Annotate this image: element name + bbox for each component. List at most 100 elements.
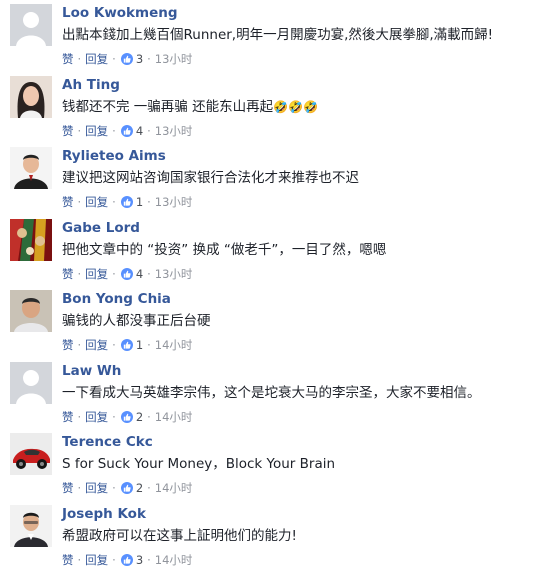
commenter-name[interactable]: Ah Ting <box>62 76 120 94</box>
comment: Rylieteo Aims 建议把这网站咨询国家银行合法化才来推荐也不迟 赞 ·… <box>0 143 544 215</box>
like-count-badge[interactable]: 2 <box>121 409 143 425</box>
like-button[interactable]: 赞 <box>62 194 74 210</box>
like-count-badge[interactable]: 1 <box>121 337 143 353</box>
comment: Bon Yong Chia 骗钱的人都没事正后台硬 赞 · 回复 · 1 · 1… <box>0 286 544 358</box>
profile-photo-icon <box>10 76 52 118</box>
comment-text: 希盟政府可以在这事上証明他们的能力! <box>62 527 540 546</box>
avatar[interactable] <box>10 505 52 547</box>
separator: · <box>78 552 82 568</box>
reply-button[interactable]: 回复 <box>85 51 108 67</box>
like-button[interactable]: 赞 <box>62 337 74 353</box>
comment-actions: 赞 · 回复 · 4 · 13小时 <box>62 266 540 282</box>
avatar[interactable] <box>10 147 52 189</box>
commenter-name[interactable]: Gabe Lord <box>62 219 140 237</box>
like-count: 1 <box>136 337 143 353</box>
separator: · <box>112 552 116 568</box>
like-button[interactable]: 赞 <box>62 409 74 425</box>
comment-text: 把他文章中的 “投资” 换成 “做老千”，一目了然，嗯嗯 <box>62 241 540 260</box>
commenter-name[interactable]: Rylieteo Aims <box>62 147 166 165</box>
timestamp[interactable]: 13小时 <box>155 123 193 139</box>
thumbs-up-icon <box>121 339 133 351</box>
separator: · <box>112 337 116 353</box>
separator: · <box>147 337 151 353</box>
like-count-badge[interactable]: 2 <box>121 480 143 496</box>
reply-button[interactable]: 回复 <box>85 480 108 496</box>
separator: · <box>78 194 82 210</box>
thumbs-up-icon <box>121 196 133 208</box>
reply-button[interactable]: 回复 <box>85 337 108 353</box>
reply-button[interactable]: 回复 <box>85 266 108 282</box>
like-button[interactable]: 赞 <box>62 552 74 568</box>
separator: · <box>78 480 82 496</box>
like-button[interactable]: 赞 <box>62 480 74 496</box>
separator: · <box>147 51 151 67</box>
separator: · <box>112 480 116 496</box>
avatar[interactable] <box>10 433 52 475</box>
timestamp[interactable]: 13小时 <box>155 51 193 67</box>
like-count-badge[interactable]: 1 <box>121 194 143 210</box>
like-count: 2 <box>136 409 143 425</box>
profile-photo-icon <box>10 290 52 332</box>
comment: Joseph Kok 希盟政府可以在这事上証明他们的能力! 赞 · 回复 · 3… <box>0 501 544 572</box>
like-button[interactable]: 赞 <box>62 51 74 67</box>
like-count-badge[interactable]: 3 <box>121 552 143 568</box>
comment: Terence Ckc S for Suck Your Money，Block … <box>0 429 544 501</box>
reply-button[interactable]: 回复 <box>85 409 108 425</box>
car-photo-icon <box>10 433 52 475</box>
comment: Gabe Lord 把他文章中的 “投资” 换成 “做老千”，一目了然，嗯嗯 赞… <box>0 215 544 287</box>
thumbs-up-icon <box>121 268 133 280</box>
comment-text: 骗钱的人都没事正后台硬 <box>62 312 540 331</box>
comment-actions: 赞 · 回复 · 2 · 14小时 <box>62 409 540 425</box>
like-button[interactable]: 赞 <box>62 266 74 282</box>
commenter-name[interactable]: Terence Ckc <box>62 433 153 451</box>
separator: · <box>147 266 151 282</box>
separator: · <box>147 552 151 568</box>
separator: · <box>78 409 82 425</box>
like-count-badge[interactable]: 4 <box>121 123 143 139</box>
comment: Ah Ting 钱都还不完 一骗再骗 还能东山再起🤣🤣🤣 赞 · 回复 · 4 … <box>0 72 544 144</box>
timestamp[interactable]: 14小时 <box>155 552 193 568</box>
thumbs-up-icon <box>121 53 133 65</box>
like-count-badge[interactable]: 3 <box>121 51 143 67</box>
separator: · <box>147 194 151 210</box>
profile-photo-icon <box>10 219 52 261</box>
timestamp[interactable]: 13小时 <box>155 194 193 210</box>
avatar[interactable] <box>10 4 52 46</box>
comment-text: 建议把这网站咨询国家银行合法化才来推荐也不迟 <box>62 169 540 188</box>
comment-text: S for Suck Your Money，Block Your Brain <box>62 455 540 474</box>
timestamp[interactable]: 14小时 <box>155 480 193 496</box>
like-count: 1 <box>136 194 143 210</box>
avatar[interactable] <box>10 76 52 118</box>
like-count: 3 <box>136 552 143 568</box>
comment-text: 出點本錢加上幾百個Runner,明年一月開慶功宴,然後大展拳腳,滿載而歸! <box>62 26 540 45</box>
avatar[interactable] <box>10 362 52 404</box>
comment-actions: 赞 · 回复 · 4 · 13小时 <box>62 123 540 139</box>
timestamp[interactable]: 14小时 <box>155 337 193 353</box>
like-count: 4 <box>136 266 143 282</box>
avatar[interactable] <box>10 290 52 332</box>
timestamp[interactable]: 14小时 <box>155 409 193 425</box>
timestamp[interactable]: 13小时 <box>155 266 193 282</box>
separator: · <box>147 409 151 425</box>
like-count-badge[interactable]: 4 <box>121 266 143 282</box>
commenter-name[interactable]: Joseph Kok <box>62 505 146 523</box>
separator: · <box>147 480 151 496</box>
commenter-name[interactable]: Law Wh <box>62 362 121 380</box>
like-count: 3 <box>136 51 143 67</box>
reply-button[interactable]: 回复 <box>85 194 108 210</box>
comment-actions: 赞 · 回复 · 2 · 14小时 <box>62 480 540 496</box>
commenter-name[interactable]: Bon Yong Chia <box>62 290 171 308</box>
thumbs-up-icon <box>121 482 133 494</box>
separator: · <box>112 51 116 67</box>
thumbs-up-icon <box>121 554 133 566</box>
thumbs-up-icon <box>121 125 133 137</box>
profile-photo-icon <box>10 505 52 547</box>
reply-button[interactable]: 回复 <box>85 552 108 568</box>
reply-button[interactable]: 回复 <box>85 123 108 139</box>
comment-actions: 赞 · 回复 · 1 · 13小时 <box>62 194 540 210</box>
default-profile-icon <box>10 4 52 46</box>
avatar[interactable] <box>10 219 52 261</box>
commenter-name[interactable]: Loo Kwokmeng <box>62 4 178 22</box>
like-button[interactable]: 赞 <box>62 123 74 139</box>
comment: Loo Kwokmeng 出點本錢加上幾百個Runner,明年一月開慶功宴,然後… <box>0 0 544 72</box>
